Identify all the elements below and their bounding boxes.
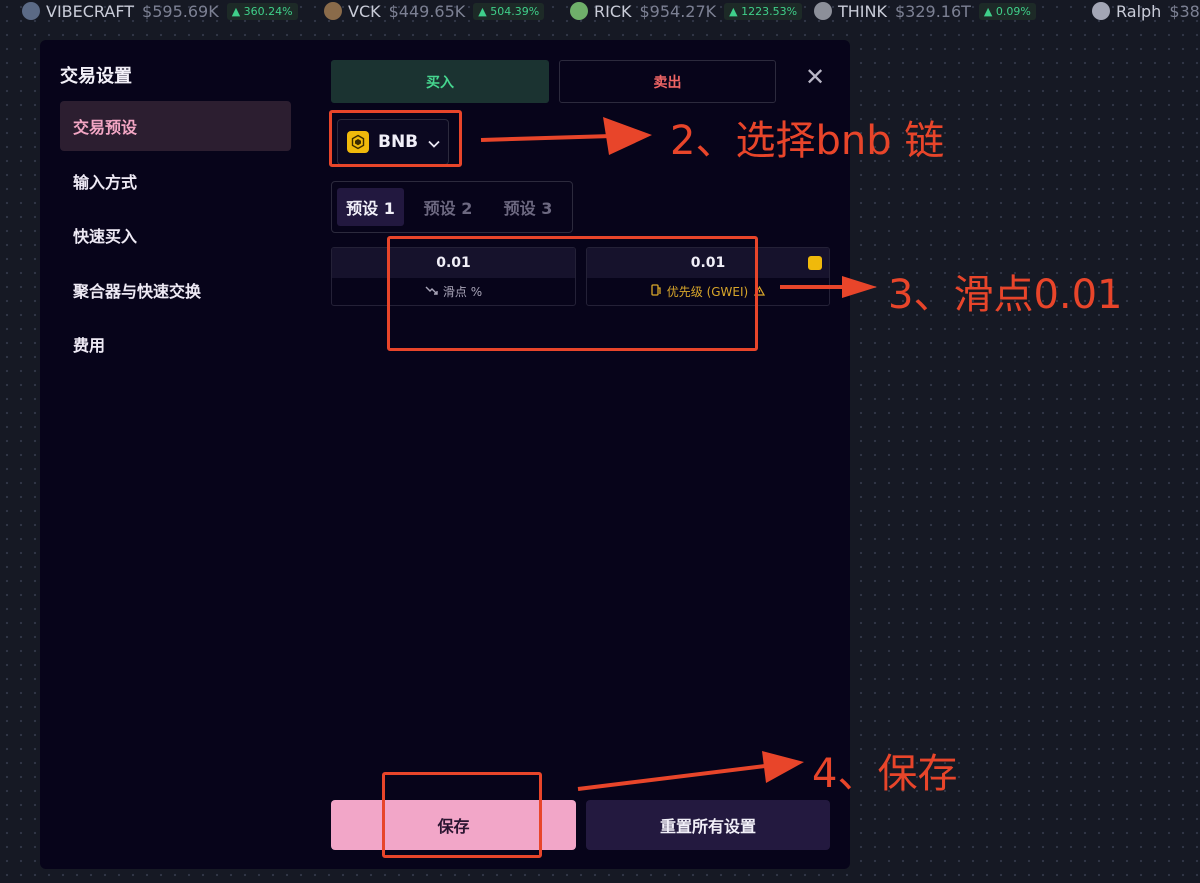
warning-icon xyxy=(754,285,766,299)
annotation-step-3: 3、滑点0.01 xyxy=(888,272,1123,318)
gas-pump-icon xyxy=(651,284,662,299)
priority-fee-input[interactable]: 0.01 xyxy=(587,248,829,278)
ticker-name: Ralph xyxy=(1116,1,1162,21)
chain-select[interactable]: BNB xyxy=(337,119,449,165)
sidebar-title: 交易设置 xyxy=(60,66,132,87)
priority-label: 优先级 (GWEI) xyxy=(666,285,749,299)
sidebar-item-trade-presets[interactable]: 交易预设 xyxy=(60,101,291,151)
ticker-change: ▲ 504.39% xyxy=(473,2,545,20)
slippage-label-row: 滑点 % xyxy=(332,278,575,305)
bnb-logo-icon xyxy=(347,131,369,153)
ticker-name: RICK xyxy=(594,1,632,21)
chevron-down-icon xyxy=(428,133,440,152)
slippage-setting[interactable]: 0.01 滑点 % xyxy=(331,247,576,306)
close-icon[interactable]: ✕ xyxy=(802,64,828,90)
ticker-price: $595.69K xyxy=(142,1,219,21)
ticker-price: $449.65K xyxy=(388,1,466,21)
ticker-item[interactable]: RICK $954.27K ▲ 1223.53% xyxy=(570,0,803,22)
slippage-input[interactable]: 0.01 xyxy=(332,248,575,278)
ticker-item[interactable]: VIBECRAFT $595.69K ▲ 360.24% xyxy=(22,0,298,22)
sidebar-item-label: 聚合器与快速交换 xyxy=(73,282,202,301)
ticker-change: ▲ 360.24% xyxy=(226,2,298,20)
sidebar-item-aggregator[interactable]: 聚合器与快速交换 xyxy=(60,265,291,315)
ticker-price: $954.27K xyxy=(639,1,717,21)
ticker-bar: VIBECRAFT $595.69K ▲ 360.24% VCK $449.65… xyxy=(0,0,1200,22)
token-logo-icon xyxy=(570,2,588,20)
chain-label: BNB xyxy=(378,132,419,152)
token-logo-icon xyxy=(1092,2,1110,20)
reset-all-settings-button[interactable]: 重置所有设置 xyxy=(586,800,830,850)
slippage-icon xyxy=(425,285,438,299)
ticker-price: $38 xyxy=(1169,1,1200,21)
token-logo-icon xyxy=(22,2,40,20)
bnb-logo-icon xyxy=(808,256,822,270)
ticker-name: VIBECRAFT xyxy=(46,1,135,21)
tab-preset-2[interactable]: 预设 2 xyxy=(414,188,482,226)
sidebar-item-quick-buy[interactable]: 快速买入 xyxy=(60,210,291,260)
sidebar-item-label: 快速买入 xyxy=(73,227,138,246)
tab-preset-1[interactable]: 预设 1 xyxy=(337,188,404,226)
sidebar-item-label: 交易预设 xyxy=(73,118,138,137)
sidebar-item-label: 输入方式 xyxy=(73,173,138,192)
sidebar-item-label: 费用 xyxy=(73,336,106,355)
annotation-step-2: 2、选择bnb 链 xyxy=(670,118,945,164)
token-logo-icon xyxy=(324,2,342,20)
ticker-name: VCK xyxy=(348,1,381,21)
tab-preset-3[interactable]: 预设 3 xyxy=(492,188,564,226)
ticker-change: ▲ 0.09% xyxy=(978,2,1036,20)
ticker-item[interactable]: VCK $449.65K ▲ 504.39% xyxy=(324,0,545,22)
sell-tab-button[interactable]: 卖出 xyxy=(559,60,776,103)
token-logo-icon xyxy=(814,2,832,20)
preset-tabs: 预设 1 预设 2 预设 3 xyxy=(331,181,573,233)
sidebar-item-fees[interactable]: 费用 xyxy=(60,319,291,369)
slippage-label: 滑点 % xyxy=(442,285,483,299)
priority-fee-setting[interactable]: 0.01 优先级 (GWEI) xyxy=(586,247,830,306)
ticker-item[interactable]: Ralph $38 xyxy=(1092,0,1200,22)
sidebar-item-input-method[interactable]: 输入方式 xyxy=(60,156,291,206)
ticker-item[interactable]: THINK $329.16T ▲ 0.09% xyxy=(814,0,1036,22)
ticker-change: ▲ 1223.53% xyxy=(724,2,803,20)
buy-tab-button[interactable]: 买入 xyxy=(331,60,549,103)
save-button[interactable]: 保存 xyxy=(331,800,576,850)
annotation-step-4: 4、保存 xyxy=(812,751,958,797)
ticker-price: $329.16T xyxy=(894,1,971,21)
priority-label-row: 优先级 (GWEI) xyxy=(587,278,829,305)
ticker-name: THINK xyxy=(838,1,887,21)
